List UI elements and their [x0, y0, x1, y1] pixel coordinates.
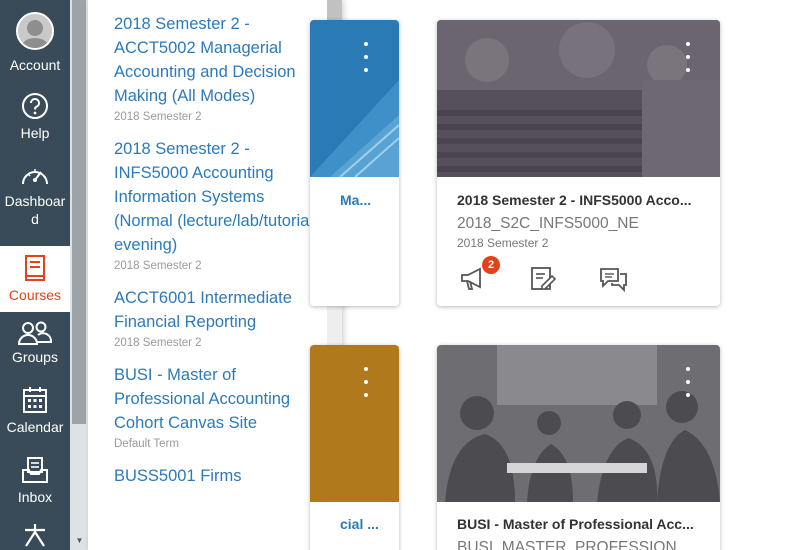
- commons-icon: [25, 524, 45, 547]
- help-icon: [22, 93, 48, 119]
- discussions-button[interactable]: [599, 266, 629, 297]
- course-card-hero-image: [437, 20, 720, 177]
- tray-course-item: BUSI - Master of Professional Accounting…: [114, 363, 324, 452]
- card-options-kebab-icon[interactable]: [681, 367, 695, 397]
- nav-inbox[interactable]: Inbox: [0, 456, 70, 514]
- tray-course-item: 2018 Semester 2 - INFS5000 Accounting In…: [114, 137, 324, 274]
- courses-book-icon: [25, 255, 45, 281]
- tray-course-term: 2018 Semester 2: [114, 111, 202, 123]
- tray-course-link[interactable]: 2018 Semester 2 - ACCT5002 Managerial Ac…: [114, 12, 324, 108]
- course-card[interactable]: Ma...: [310, 20, 399, 306]
- nav-groups[interactable]: Groups: [0, 320, 70, 376]
- nav-help[interactable]: Help: [0, 92, 70, 148]
- nav-help-label: Help: [20, 125, 50, 141]
- nav-inbox-label: Inbox: [17, 489, 53, 505]
- course-card[interactable]: BUSI - Master of Professional Acc... BUS…: [437, 345, 720, 550]
- card-options-kebab-icon[interactable]: [359, 42, 373, 72]
- tray-course-link[interactable]: BUSS5001 Firms: [114, 464, 324, 488]
- assignments-button[interactable]: [529, 266, 557, 297]
- course-card[interactable]: 2018 Semester 2 - INFS5000 Acco... 2018_…: [437, 20, 720, 306]
- nav-courses-label: Courses: [8, 287, 62, 303]
- nav-groups-label: Groups: [12, 349, 58, 365]
- course-card-hero-image: [437, 345, 720, 502]
- tray-course-link[interactable]: 2018 Semester 2 - INFS5000 Accounting In…: [114, 137, 324, 257]
- scroll-down-arrow-icon[interactable]: ▼: [72, 536, 87, 545]
- tray-course-term: Default Term: [114, 438, 179, 450]
- course-card-partial-title[interactable]: Ma...: [340, 192, 371, 208]
- calendar-icon: [23, 387, 47, 413]
- nav-calendar[interactable]: Calendar: [0, 386, 70, 446]
- unread-announcements-badge: 2: [482, 256, 500, 274]
- courses-tray-list: 2018 Semester 2 - ACCT5002 Managerial Ac…: [114, 12, 324, 500]
- tray-course-item: BUSS5001 Firms: [114, 464, 324, 488]
- tray-course-link[interactable]: BUSI - Master of Professional Accounting…: [114, 363, 324, 435]
- nav-calendar-label: Calendar: [6, 419, 64, 435]
- canvas-dashboard: Account Help Dashboar d Courses Groups C…: [0, 0, 800, 550]
- tray-course-item: ACCT6001 Intermediate Financial Reportin…: [114, 286, 324, 351]
- avatar: [16, 12, 54, 50]
- dashboard-gauge-icon: [22, 169, 48, 185]
- discussion-icon: [600, 268, 627, 293]
- course-card-code: 2018_S2C_INFS5000_NE: [457, 215, 639, 232]
- user-avatar-icon: [21, 20, 49, 48]
- tray-course-item: 2018 Semester 2 - ACCT5002 Managerial Ac…: [114, 12, 324, 125]
- inbox-icon: [22, 457, 48, 483]
- nav-courses[interactable]: Courses: [0, 246, 70, 312]
- course-card-code: BUSI_MASTER_PROFESSION: [457, 539, 677, 550]
- tray-course-term: 2018 Semester 2: [114, 260, 202, 272]
- course-card-partial-title[interactable]: cial ...: [340, 516, 379, 532]
- nav-dashboard-label: Dashboar d: [4, 193, 66, 227]
- nav-account[interactable]: Account: [0, 12, 70, 78]
- nav-account-label: Account: [9, 57, 61, 73]
- course-card[interactable]: cial ...: [310, 345, 399, 550]
- card-options-kebab-icon[interactable]: [359, 367, 373, 397]
- nav-dashboard[interactable]: Dashboar d: [0, 162, 70, 242]
- tray-scrollbar-thumb[interactable]: [72, 0, 86, 424]
- tray-course-term: 2018 Semester 2: [114, 337, 202, 349]
- course-card-title[interactable]: BUSI - Master of Professional Acc...: [457, 516, 694, 532]
- groups-icon: [17, 321, 53, 345]
- assignment-icon: [531, 267, 557, 290]
- announcements-button[interactable]: [459, 266, 487, 297]
- courses-tray: 2018 Semester 2 - ACCT5002 Managerial Ac…: [88, 0, 342, 550]
- global-navigation: Account Help Dashboar d Courses Groups C…: [0, 0, 70, 550]
- course-card-title[interactable]: 2018 Semester 2 - INFS5000 Acco...: [457, 192, 692, 208]
- nav-commons[interactable]: [0, 522, 70, 550]
- course-card-term: 2018 Semester 2: [457, 236, 549, 250]
- course-card-hero-image: [310, 20, 399, 177]
- course-card-hero-image: [310, 345, 399, 502]
- card-options-kebab-icon[interactable]: [681, 42, 695, 72]
- tray-course-link[interactable]: ACCT6001 Intermediate Financial Reportin…: [114, 286, 324, 334]
